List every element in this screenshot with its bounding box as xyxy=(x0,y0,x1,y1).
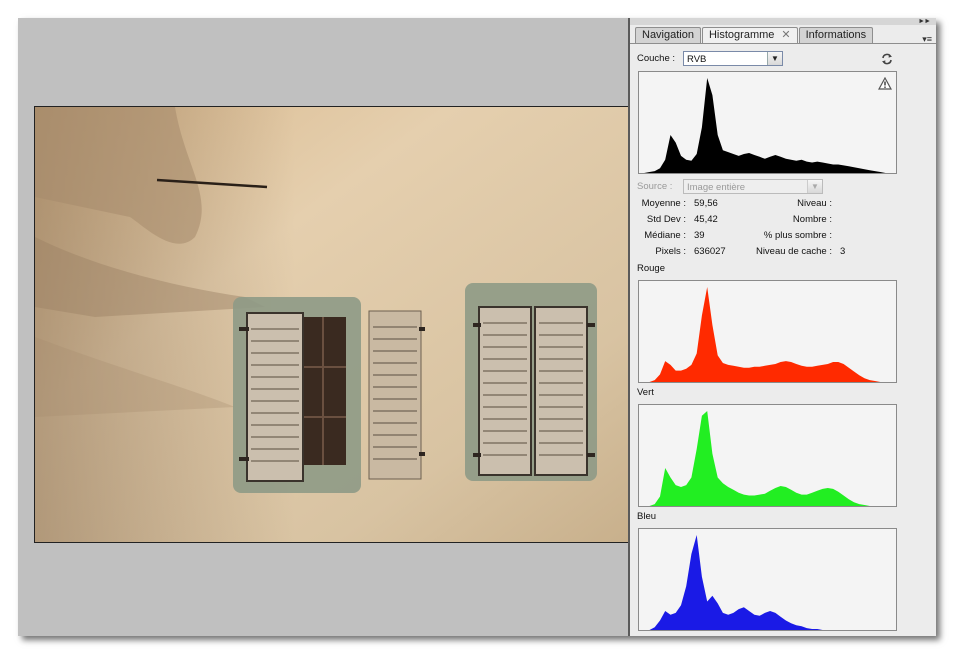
channel-label: Couche : xyxy=(637,53,676,64)
level-label: Niveau : xyxy=(797,198,832,209)
green-histogram-area xyxy=(639,411,896,506)
tab-informations[interactable]: Informations xyxy=(798,27,874,43)
percentile-label: % plus sombre : xyxy=(763,230,832,241)
red-histogram-area xyxy=(639,287,896,382)
green-channel-label: Vert xyxy=(637,387,654,398)
median-value: 39 xyxy=(694,230,705,241)
green-histogram xyxy=(638,404,897,507)
document-image[interactable] xyxy=(34,106,629,543)
close-icon[interactable]: ✕ xyxy=(781,29,790,41)
channel-select-value: RVB xyxy=(687,54,707,65)
pixels-label: Pixels : xyxy=(655,246,686,257)
chevron-down-icon[interactable]: ▼ xyxy=(767,52,782,65)
collapse-panel-icon[interactable]: ►► xyxy=(918,18,931,25)
mean-label: Moyenne : xyxy=(641,198,686,209)
panel-tabs: Navigation Histogramme ✕ Informations xyxy=(635,27,874,44)
rgb-histogram-area xyxy=(639,78,896,173)
red-channel-label: Rouge xyxy=(637,263,665,274)
mean-value: 59,56 xyxy=(694,198,718,209)
chevron-down-icon: ▼ xyxy=(807,180,822,193)
tab-histogram-label: Histogramme xyxy=(708,29,775,41)
median-label: Médiane : xyxy=(644,230,686,241)
channel-select[interactable]: RVB ▼ xyxy=(683,51,783,66)
cache-level-value: 3 xyxy=(840,246,846,257)
rgb-histogram-graph xyxy=(639,78,896,173)
warning-icon[interactable] xyxy=(878,77,892,90)
photoshop-window: ►► ▾≡ Navigation Histogramme ✕ Informatio… xyxy=(18,18,936,636)
cache-level-label: Niveau de cache : xyxy=(755,246,832,257)
photo-wall-with-shutters xyxy=(35,107,629,542)
red-histogram-graph xyxy=(639,287,896,382)
document-canvas-area[interactable] xyxy=(18,18,629,636)
green-histogram-graph xyxy=(639,411,896,506)
red-histogram xyxy=(638,280,897,383)
blue-histogram-area xyxy=(639,535,896,630)
source-select: Image entière ▼ xyxy=(683,179,823,194)
blue-histogram xyxy=(638,528,897,631)
std-dev-label: Std Dev : xyxy=(646,214,686,225)
source-label: Source : xyxy=(637,181,673,192)
tab-histogram[interactable]: Histogramme ✕ xyxy=(701,27,798,44)
count-label: Nombre : xyxy=(792,214,832,225)
refresh-icon[interactable] xyxy=(880,52,894,66)
source-select-value: Image entière xyxy=(687,182,746,193)
tab-informations-label: Informations xyxy=(805,29,867,41)
blue-histogram-graph xyxy=(639,535,896,630)
pixels-value: 636027 xyxy=(694,246,726,257)
tab-underline xyxy=(630,43,936,44)
panel-title-strip[interactable]: ►► xyxy=(630,18,936,25)
tab-navigation-label: Navigation xyxy=(642,29,694,41)
blue-channel-label: Bleu xyxy=(637,511,657,522)
rgb-histogram xyxy=(638,71,897,174)
std-dev-value: 45,42 xyxy=(694,214,718,225)
histogram-panel: ►► ▾≡ Navigation Histogramme ✕ Informatio… xyxy=(630,18,936,636)
tab-navigation[interactable]: Navigation xyxy=(635,27,701,43)
